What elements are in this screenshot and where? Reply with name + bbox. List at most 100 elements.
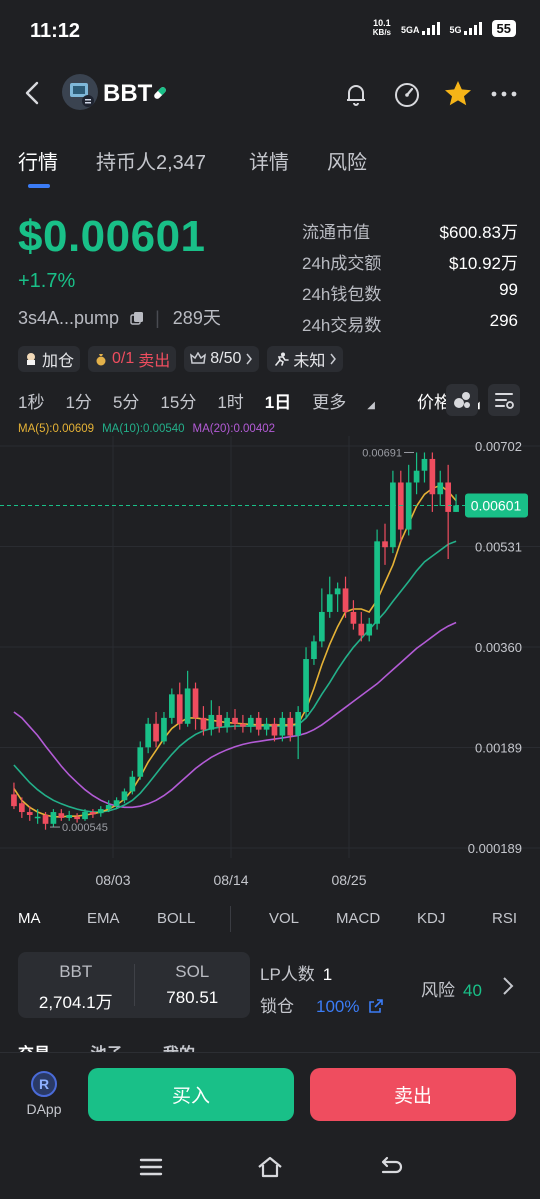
sell-count-tag[interactable]: 0/1 卖出 [88,346,177,372]
stat-row: 24h钱包数 99 [302,280,518,311]
candle-body [82,812,88,820]
candle-body [390,482,396,548]
ma10-legend: MA(10):0.00540 [102,423,185,435]
token-logo [62,74,98,110]
interval-15m[interactable]: 15分 [160,388,196,413]
x-axis-tick-label: 08/25 [331,872,366,888]
lock-value: 100% [316,997,360,1016]
rank-value: 8/50 [210,350,242,367]
indicator-vol[interactable]: VOL [269,910,299,927]
candle-body [200,717,207,730]
star-icon[interactable] [442,78,474,110]
candle-body [74,816,80,820]
chef-icon [27,353,35,365]
chevron-right-icon[interactable] [498,974,518,998]
interval-1m[interactable]: 1分 [65,388,91,413]
dapp-button[interactable]: R DApp [22,1071,66,1117]
stats-panel: 流通市值 $600.83万 24h成交额 $10.92万 24h钱包数 99 24h交… [302,218,518,342]
interval-1s[interactable]: 1秒 [18,388,44,413]
back-icon[interactable] [18,78,48,108]
candle-body [137,747,144,777]
y-axis-tick-label: 0.00189 [475,741,522,756]
settings-list-icon [495,393,514,409]
pool-sol-col: SOL 780.51 [135,952,251,1018]
chevron-right-icon [246,353,253,365]
stat-value: 99 [499,280,518,299]
candle-body [192,688,199,718]
pool-sol-label: SOL [175,962,210,981]
interval-more-label: 更多 [312,393,347,412]
tab-details[interactable]: 详情 [249,146,289,175]
candle-body [121,791,128,801]
status-indicators: 10.1 KB/s 5GA 5G 55 [373,18,516,38]
candle-body [240,723,246,727]
network-speed: 10.1 KB/s [373,18,391,38]
sell-button[interactable]: 卖出 [310,1068,516,1121]
battery-level: 55 [491,19,516,37]
candle-body [334,588,341,595]
x-axis-tick-label: 08/14 [213,872,248,888]
rank-tag[interactable]: 8/50 [184,346,260,372]
candle-body [216,714,223,727]
money-bag-icon [96,354,106,366]
main-tabs: 行情 持币人2,347 详情 风险 [0,146,540,192]
chart-settings-button[interactable] [488,384,520,416]
recent-apps-icon[interactable] [136,1152,166,1182]
stat-value: $600.83万 [439,223,518,242]
ma5-legend: MA(5):0.00609 [18,423,95,435]
candlestick-chart[interactable]: 0.00702 0.00531 0.00360 0.00189 0.000189 08/0… [0,436,540,896]
candle-body [397,482,404,530]
tab-holders[interactable]: 持币人2,347 [96,146,206,175]
indicator-ma[interactable]: MA [18,910,41,927]
y-axis-tick-label: 0.00531 [475,540,522,555]
speedometer-icon[interactable] [391,78,423,110]
dropdown-caret-icon: ◢ [367,400,375,411]
high-price-label: 0.00691 [362,447,402,459]
add-position-tag[interactable]: 加仓 [18,346,81,372]
stat-label: 24h成交额 [302,254,382,273]
candle-body [358,623,365,636]
interval-1d[interactable]: 1日 [265,388,291,413]
buy-button[interactable]: 买入 [88,1068,294,1121]
indicator-ema[interactable]: EMA [87,910,120,927]
y-axis-tick-label: 0.00360 [475,640,522,655]
interval-5m[interactable]: 5分 [113,388,139,413]
network-type-5ga: 5GA [401,25,420,35]
tag-row: 加仓 0/1 卖出 8/50 未知 [18,346,344,372]
bell-icon[interactable] [340,78,372,110]
copy-icon[interactable] [130,311,144,325]
unknown-tag[interactable]: 未知 [267,346,344,372]
token-age: 289天 [172,308,221,328]
candle-body [247,717,254,727]
indicator-boll[interactable]: BOLL [157,910,195,927]
dapp-icon: R [31,1071,57,1097]
tab-risk[interactable]: 风险 [327,146,367,175]
chart-style-button[interactable] [446,384,478,416]
candle-body [326,594,333,612]
stat-label: 流通市值 [302,223,370,242]
lock-info[interactable]: 锁仓 100% [260,992,384,1017]
candle-body [153,723,159,742]
indicator-kdj[interactable]: KDJ [417,910,445,927]
current-price: $0.00601 [18,212,206,261]
candle-body [34,816,41,819]
chevron-right-icon [330,353,337,365]
token-header: BBT [0,72,540,116]
low-price-label: 0.000545 [62,822,108,834]
candle-body [453,505,459,512]
network-type-5g: 5G [449,25,462,35]
home-icon[interactable] [255,1152,285,1182]
back-nav-icon[interactable] [375,1152,405,1182]
interval-1h[interactable]: 1时 [217,388,243,413]
interval-more[interactable]: 更多 ◢ [312,388,396,413]
indicator-rsi[interactable]: RSI [492,910,517,927]
runner-icon [275,352,290,366]
candle-body [374,541,380,624]
risk-score[interactable]: 风险 40 [421,976,482,1001]
x-axis-tick-label: 08/03 [95,872,130,888]
lp-value: 1 [322,965,333,984]
indicator-macd[interactable]: MACD [336,910,380,927]
lock-label: 锁仓 [260,997,294,1016]
more-icon[interactable] [488,78,520,110]
tab-market[interactable]: 行情 [18,146,58,175]
